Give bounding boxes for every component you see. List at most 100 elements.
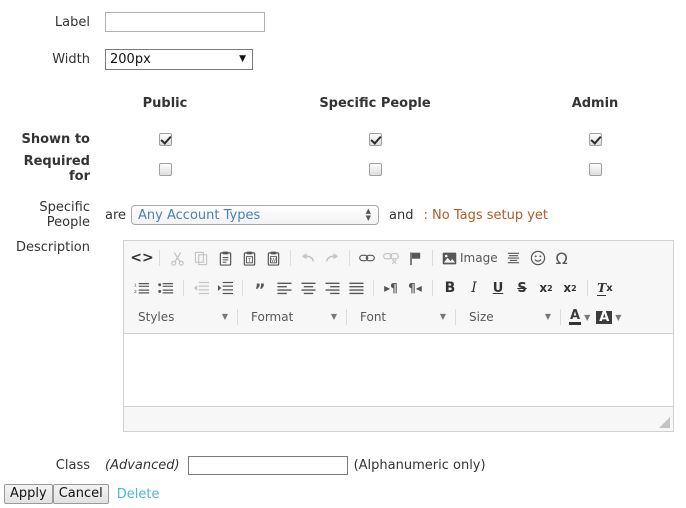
separator: [159, 250, 160, 266]
undo-icon[interactable]: [296, 247, 320, 269]
cut-icon[interactable]: [165, 247, 189, 269]
special-char-icon[interactable]: Ω: [550, 247, 574, 269]
superscript-icon[interactable]: x2: [558, 277, 582, 299]
image-button-label: Image: [460, 251, 498, 265]
background-color-swatch: A: [596, 310, 613, 324]
strikethrough-icon[interactable]: S: [510, 277, 534, 299]
editor-toolbar: <> T W Image Ω 1 2 ” ▸¶ ¶◂ B I U S x 2 x…: [124, 241, 673, 334]
align-left-icon[interactable]: [272, 277, 296, 299]
font-dropdown[interactable]: Font ▼: [352, 306, 450, 328]
background-color-icon[interactable]: A ▼: [593, 306, 624, 328]
styles-dropdown-label: Styles: [138, 310, 175, 324]
width-field-caption: Width: [52, 52, 90, 67]
permissions-row-label: Required for: [23, 154, 90, 184]
bold-icon[interactable]: B: [438, 277, 462, 299]
shown-to-public-checkbox[interactable]: [158, 132, 172, 146]
required-for-public-cell: [105, 162, 225, 177]
format-dropdown[interactable]: Format ▼: [243, 306, 341, 328]
shown-to-admin-cell: [525, 132, 665, 147]
blockquote-icon[interactable]: ”: [248, 274, 272, 302]
chevron-down-icon: ▼: [330, 312, 337, 321]
separator: [432, 280, 433, 296]
align-right-icon[interactable]: [320, 277, 344, 299]
separator: [183, 280, 184, 296]
separator: [242, 280, 243, 296]
font-dropdown-label: Font: [360, 310, 387, 324]
permissions-col-specific: Specific People: [319, 95, 431, 111]
numbered-list-icon[interactable]: 12: [130, 277, 154, 299]
italic-icon[interactable]: I: [462, 277, 486, 299]
width-select-value: 200px: [110, 52, 151, 67]
size-dropdown[interactable]: Size ▼: [461, 306, 555, 328]
permissions-row-required-for: Required for: [0, 154, 686, 184]
image-button[interactable]: Image: [438, 247, 502, 269]
specific-people-caption: Specific People: [39, 200, 90, 230]
styles-dropdown[interactable]: Styles ▼: [130, 306, 232, 328]
required-for-admin-checkbox[interactable]: [588, 162, 602, 176]
redo-icon[interactable]: [320, 247, 344, 269]
horizontal-rule-icon[interactable]: [502, 247, 526, 269]
editor-content-area[interactable]: [124, 334, 673, 406]
remove-format-icon[interactable]: Tx: [593, 277, 617, 299]
align-justify-icon[interactable]: [344, 277, 368, 299]
alphanumeric-hint: (Alphanumeric only): [353, 458, 486, 473]
format-dropdown-label: Format: [251, 310, 294, 324]
permissions-col-admin: Admin: [571, 95, 619, 111]
shown-to-specific-checkbox[interactable]: [368, 132, 382, 146]
underline-icon[interactable]: U: [486, 277, 510, 299]
paste-icon[interactable]: [213, 247, 237, 269]
text-color-icon[interactable]: A ▼: [566, 306, 593, 328]
apply-button[interactable]: Apply: [4, 484, 53, 504]
chevron-down-icon: ▼: [544, 312, 551, 321]
chevron-down-icon: ▼: [584, 312, 591, 322]
ltr-icon[interactable]: ▸¶: [379, 277, 403, 299]
anchor-flag-icon[interactable]: [403, 247, 427, 269]
svg-text:2: 2: [134, 289, 137, 294]
separator: [237, 309, 238, 325]
advanced-note: (Advanced): [105, 458, 180, 473]
link-icon[interactable]: [355, 247, 379, 269]
subscript-icon[interactable]: x2: [534, 277, 558, 299]
bulleted-list-icon[interactable]: [154, 277, 178, 299]
smiley-icon[interactable]: [526, 247, 550, 269]
indent-icon[interactable]: [213, 277, 237, 299]
outdent-icon[interactable]: [189, 277, 213, 299]
cancel-button[interactable]: Cancel: [52, 484, 109, 504]
width-select[interactable]: 200px ▼: [105, 49, 253, 70]
label-input[interactable]: [105, 12, 265, 32]
required-for-admin-cell: [525, 162, 665, 177]
required-for-specific-checkbox[interactable]: [368, 162, 382, 176]
permissions-col-public: Public: [142, 95, 188, 111]
text-color-swatch: A: [569, 308, 582, 325]
separator: [560, 309, 561, 325]
copy-icon[interactable]: [189, 247, 213, 269]
separator: [587, 280, 588, 296]
account-type-select-value: Any Account Types: [138, 207, 261, 223]
source-icon[interactable]: <>: [130, 247, 154, 269]
paste-from-word-icon[interactable]: W: [261, 247, 285, 269]
rich-text-editor: <> T W Image Ω 1 2 ” ▸¶ ¶◂ B I U S x 2 x…: [123, 240, 674, 432]
separator: [349, 250, 350, 266]
chevron-down-icon: ▼: [615, 312, 622, 322]
svg-text:1: 1: [134, 283, 137, 288]
shown-to-admin-checkbox[interactable]: [588, 132, 602, 146]
resize-grip-icon[interactable]: [659, 417, 670, 428]
label-field-caption: Label: [54, 14, 90, 30]
size-dropdown-label: Size: [469, 310, 494, 324]
unlink-icon[interactable]: [379, 247, 403, 269]
class-input[interactable]: [187, 456, 348, 475]
required-for-public-checkbox[interactable]: [158, 162, 172, 176]
align-center-icon[interactable]: [296, 277, 320, 299]
svg-text:T: T: [247, 257, 251, 263]
permissions-row-label: Shown to: [21, 131, 91, 147]
account-type-select[interactable]: Any Account Types ▲ ▼: [131, 205, 380, 225]
tags-note: : No Tags setup yet: [423, 207, 549, 223]
paste-as-text-icon[interactable]: T: [237, 247, 261, 269]
editor-toolbar-row-2: 12 ” ▸¶ ¶◂ B I U S x 2 x 2 T x: [126, 273, 671, 303]
shown-to-specific-cell: [225, 132, 525, 147]
editor-footer: [124, 406, 673, 431]
rtl-icon[interactable]: ¶◂: [403, 277, 427, 299]
label-field-row: Label: [0, 12, 265, 32]
delete-link[interactable]: Delete: [117, 487, 160, 502]
width-field-row: Width 200px ▼: [0, 49, 253, 70]
